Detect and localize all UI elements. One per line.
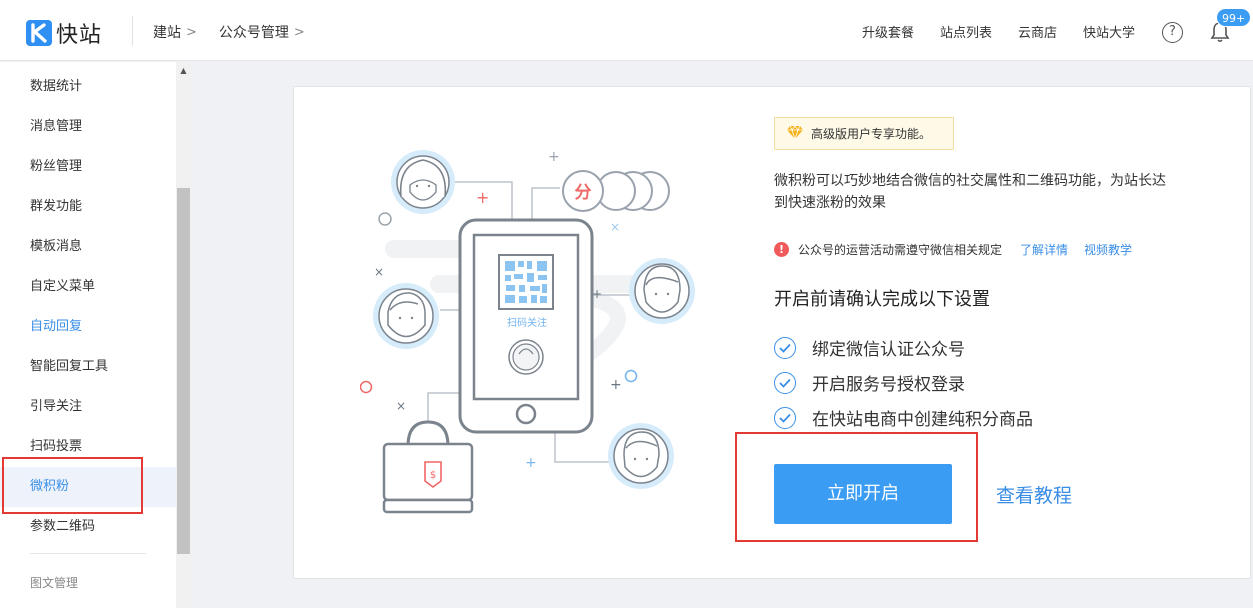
plus-icon: + xyxy=(525,455,537,471)
sidebar-item-data-stats[interactable]: 数据统计 xyxy=(0,67,176,107)
chevron-right-icon: > xyxy=(186,24,197,40)
breadcrumb: 建站 > 公众号管理 > xyxy=(153,22,327,42)
plus-icon: + xyxy=(548,149,560,165)
phone-icon: 扫码关注 xyxy=(458,218,594,434)
sidebar-item-smart-reply[interactable]: 智能回复工具 xyxy=(0,347,176,387)
price-tag-label: $ xyxy=(430,470,436,481)
coin-label: 分 xyxy=(575,183,592,203)
avatar-man-icon xyxy=(373,283,439,349)
breadcrumb-label: 公众号管理 xyxy=(218,25,289,41)
scroll-up-arrow-icon[interactable]: ▲ xyxy=(176,64,191,78)
sidebar-divider xyxy=(30,553,146,554)
nav-site-list[interactable]: 站点列表 xyxy=(940,22,992,41)
sidebar-item-auto-reply[interactable]: 自动回复 xyxy=(0,307,176,347)
coin-stack-icon: 分 xyxy=(562,170,670,212)
cross-icon: × xyxy=(610,220,620,234)
scan-follow-label: 扫码关注 xyxy=(507,316,547,329)
shopping-bag-icon: $ xyxy=(382,420,474,514)
sidebar: 数据统计 消息管理 粉丝管理 群发功能 模板消息 自定义菜单 自动回复 智能回复… xyxy=(0,62,176,608)
top-nav: 升级套餐 站点列表 云商店 快站大学 xyxy=(836,22,1135,41)
check-circle-icon xyxy=(774,371,796,394)
feature-description: 微积粉可以巧妙地结合微信的社交属性和二维码功能，为站长达到快速涨粉的效果 xyxy=(774,173,1166,211)
checklist-item-label: 在快站电商中创建纯积分商品 xyxy=(812,410,1033,430)
plus-icon: + xyxy=(610,377,622,393)
top-header: 快站 建站 > 公众号管理 > 升级套餐 站点列表 云商店 快站大学 ? 99+ xyxy=(0,0,1253,61)
highlight-box-button xyxy=(735,432,978,542)
logo[interactable]: 快站 xyxy=(26,17,102,49)
sidebar-item-guide-follow[interactable]: 引导关注 xyxy=(0,387,176,427)
check-circle-icon xyxy=(774,336,796,359)
cross-icon: + xyxy=(592,287,602,301)
checklist-item: 开启服务号授权登录 xyxy=(774,370,965,395)
notice-text: 公众号的运营活动需遵守微信相关规定 xyxy=(798,243,1003,257)
sidebar-scroll-thumb[interactable] xyxy=(177,188,190,554)
chevron-right-icon: > xyxy=(293,24,305,40)
highlight-box-sidebar xyxy=(2,457,143,514)
plus-icon: + xyxy=(476,188,489,207)
nav-kuaizhan-university[interactable]: 快站大学 xyxy=(1083,22,1135,41)
checklist-item: 绑定微信认证公众号 xyxy=(774,335,965,360)
premium-tip-text: 高级版用户专享功能。 xyxy=(811,127,932,141)
learn-more-link[interactable]: 了解详情 xyxy=(1020,241,1068,258)
cross-icon: × xyxy=(396,399,406,413)
checklist-item-label: 开启服务号授权登录 xyxy=(812,375,965,395)
avatar-woman-icon xyxy=(391,150,455,214)
avatar-man-icon xyxy=(629,258,695,324)
help-icon[interactable]: ? xyxy=(1162,22,1183,43)
logo-text: 快站 xyxy=(56,23,103,48)
sidebar-item-custom-menu[interactable]: 自定义菜单 xyxy=(0,267,176,307)
breadcrumb-item-build[interactable]: 建站 > xyxy=(153,22,197,42)
warning-icon: ! xyxy=(774,242,789,257)
cross-icon: × xyxy=(374,265,384,279)
view-tutorial-link[interactable]: 查看教程 xyxy=(996,481,1072,508)
sidebar-item-messages[interactable]: 消息管理 xyxy=(0,107,176,147)
feature-illustration: + + × × × + + + 分 扫码关注 $ xyxy=(360,149,695,514)
sidebar-section-media: 图文管理 xyxy=(30,576,79,590)
avatar-man-icon xyxy=(608,423,674,489)
checklist-item: 在快站电商中创建纯积分商品 xyxy=(774,405,1033,430)
checklist-item-label: 绑定微信认证公众号 xyxy=(812,340,965,360)
sidebar-item-template-messages[interactable]: 模板消息 xyxy=(0,227,176,267)
sidebar-item-fans[interactable]: 粉丝管理 xyxy=(0,147,176,187)
breadcrumb-label: 建站 xyxy=(153,25,181,41)
checklist-title: 开启前请确认完成以下设置 xyxy=(774,289,990,310)
logo-mark-icon xyxy=(26,20,52,46)
sidebar-item-broadcast[interactable]: 群发功能 xyxy=(0,187,176,227)
nav-upgrade-plan[interactable]: 升级套餐 xyxy=(862,22,914,41)
nav-cloud-store[interactable]: 云商店 xyxy=(1018,22,1057,41)
compliance-notice: ! 公众号的运营活动需遵守微信相关规定 了解详情 视频教学 xyxy=(774,241,1132,258)
header-divider xyxy=(132,16,133,46)
video-tutorial-link[interactable]: 视频教学 xyxy=(1084,241,1132,258)
check-circle-icon xyxy=(774,406,796,429)
premium-tip: 高级版用户专享功能。 xyxy=(774,117,954,150)
diamond-icon xyxy=(787,125,803,142)
notification-badge: 99+ xyxy=(1216,8,1252,27)
breadcrumb-item-official-account[interactable]: 公众号管理 > xyxy=(219,22,305,42)
